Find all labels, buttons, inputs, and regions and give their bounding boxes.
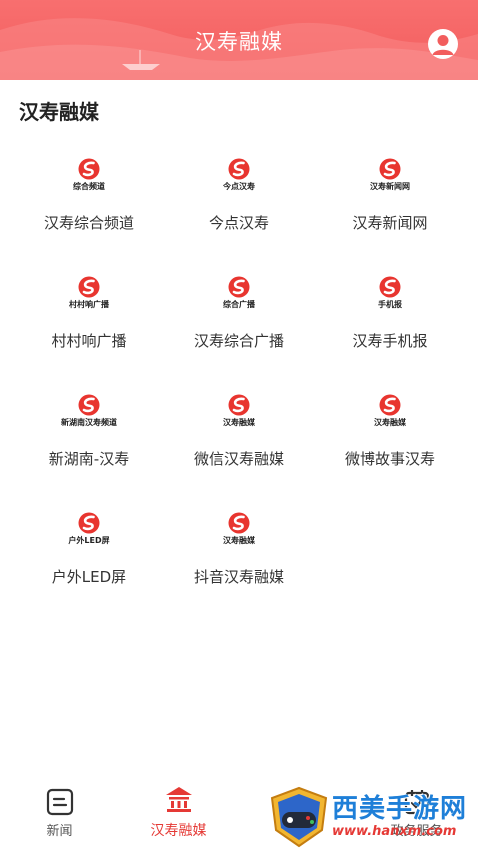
channel-tile[interactable]: 新湖南汉寿频道新湖南-汉寿 xyxy=(14,384,164,484)
channel-brand-text: 村村响广播 xyxy=(69,300,109,309)
channel-label: 微信汉寿融媒 xyxy=(193,450,284,468)
channel-brand-text: 综合频道 xyxy=(73,182,105,191)
channel-tile[interactable]: 手机报 汉寿手机报 xyxy=(315,266,465,366)
channel-brand-text: 汉寿新闻网 xyxy=(370,182,410,191)
hanshou-media-logo-icon xyxy=(228,158,250,180)
hanshou-media-logo-icon xyxy=(379,394,401,416)
channel-label: 今点汉寿 xyxy=(208,214,269,232)
hanshou-media-logo-icon xyxy=(228,394,250,416)
channel-label: 抖音汉寿融媒 xyxy=(193,568,284,586)
channel-tile[interactable]: 户外LED屏 户外LED屏 xyxy=(14,502,164,602)
channel-logo: 村村响广播 xyxy=(14,276,164,316)
channel-logo: 汉寿新闻网 xyxy=(315,158,465,198)
channel-logo: 综合广播 xyxy=(164,276,314,316)
top-header: 汉寿融媒 xyxy=(0,0,478,80)
hanshou-media-logo-icon xyxy=(228,276,250,298)
channel-tile[interactable]: 综合频道汉寿综合频道 xyxy=(14,148,164,248)
hanshou-media-logo-icon xyxy=(78,158,100,180)
channel-logo: 今点汉寿 xyxy=(164,158,314,198)
channel-brand-text: 今点汉寿 xyxy=(223,182,255,191)
channel-tile[interactable]: 汉寿融媒微博故事汉寿 xyxy=(315,384,465,484)
channel-label: 汉寿综合频道 xyxy=(43,214,134,232)
channel-brand-text: 汉寿融媒 xyxy=(223,536,255,545)
user-avatar-icon xyxy=(432,35,454,55)
channel-brand-text: 汉寿融媒 xyxy=(223,418,255,427)
watermark-url: www.hanxm.com xyxy=(332,824,457,839)
channel-label: 新湖南-汉寿 xyxy=(48,450,130,468)
channel-label: 村村响广播 xyxy=(51,332,127,350)
channel-logo: 汉寿融媒 xyxy=(315,394,465,434)
channel-brand-text: 户外LED屏 xyxy=(68,536,110,545)
channel-brand-text: 新湖南汉寿频道 xyxy=(61,418,117,427)
channel-logo: 户外LED屏 xyxy=(14,512,164,552)
site-watermark: 西美手游网 www.hanxm.com xyxy=(266,784,478,850)
user-profile-button[interactable] xyxy=(428,29,458,59)
tab-news-label: 新闻 xyxy=(46,824,73,839)
channel-label: 户外LED屏 xyxy=(51,568,127,586)
channel-tile[interactable]: 汉寿新闻网 汉寿新闻网 xyxy=(315,148,465,248)
hanshou-media-logo-icon xyxy=(379,158,401,180)
page-title: 汉寿融媒 xyxy=(195,30,283,54)
channel-brand-text: 综合广播 xyxy=(223,300,255,309)
channel-label: 汉寿综合广播 xyxy=(193,332,284,350)
channel-logo: 综合频道 xyxy=(14,158,164,198)
news-icon xyxy=(46,788,74,816)
tab-hanshou-media-label: 汉寿融媒 xyxy=(150,823,207,839)
hanshou-media-logo-icon xyxy=(228,512,250,534)
channel-label: 汉寿手机报 xyxy=(352,332,428,350)
channel-tile[interactable]: 汉寿融媒抖音汉寿融媒 xyxy=(164,502,314,602)
channel-tile[interactable]: 综合广播汉寿综合广播 xyxy=(164,266,314,366)
channel-tile[interactable]: 汉寿融媒微信汉寿融媒 xyxy=(164,384,314,484)
channel-label: 微博故事汉寿 xyxy=(344,450,435,468)
tab-hanshou-media[interactable]: 汉寿融媒 xyxy=(119,776,238,850)
channel-tile[interactable]: 村村响广播 村村响广播 xyxy=(14,266,164,366)
hanshou-media-logo-icon xyxy=(78,276,100,298)
tab-news[interactable]: 新闻 xyxy=(0,776,119,850)
gamepad-shield-icon xyxy=(270,786,328,848)
hanshou-media-logo-icon xyxy=(379,276,401,298)
channel-logo: 汉寿融媒 xyxy=(164,512,314,552)
channel-tile[interactable]: 今点汉寿 今点汉寿 xyxy=(164,148,314,248)
watermark-text: 西美手游网 xyxy=(332,794,468,824)
hanshou-media-logo-icon xyxy=(78,394,100,416)
channel-logo: 手机报 xyxy=(315,276,465,316)
channel-brand-text: 手机报 xyxy=(378,300,402,309)
channel-brand-text: 汉寿融媒 xyxy=(374,418,406,427)
section-title: 汉寿融媒 xyxy=(19,100,99,124)
channel-logo: 汉寿融媒 xyxy=(164,394,314,434)
media-building-icon xyxy=(166,787,192,812)
channel-logo: 新湖南汉寿频道 xyxy=(14,394,164,434)
hanshou-media-logo-icon xyxy=(78,512,100,534)
channel-label: 汉寿新闻网 xyxy=(352,214,428,232)
